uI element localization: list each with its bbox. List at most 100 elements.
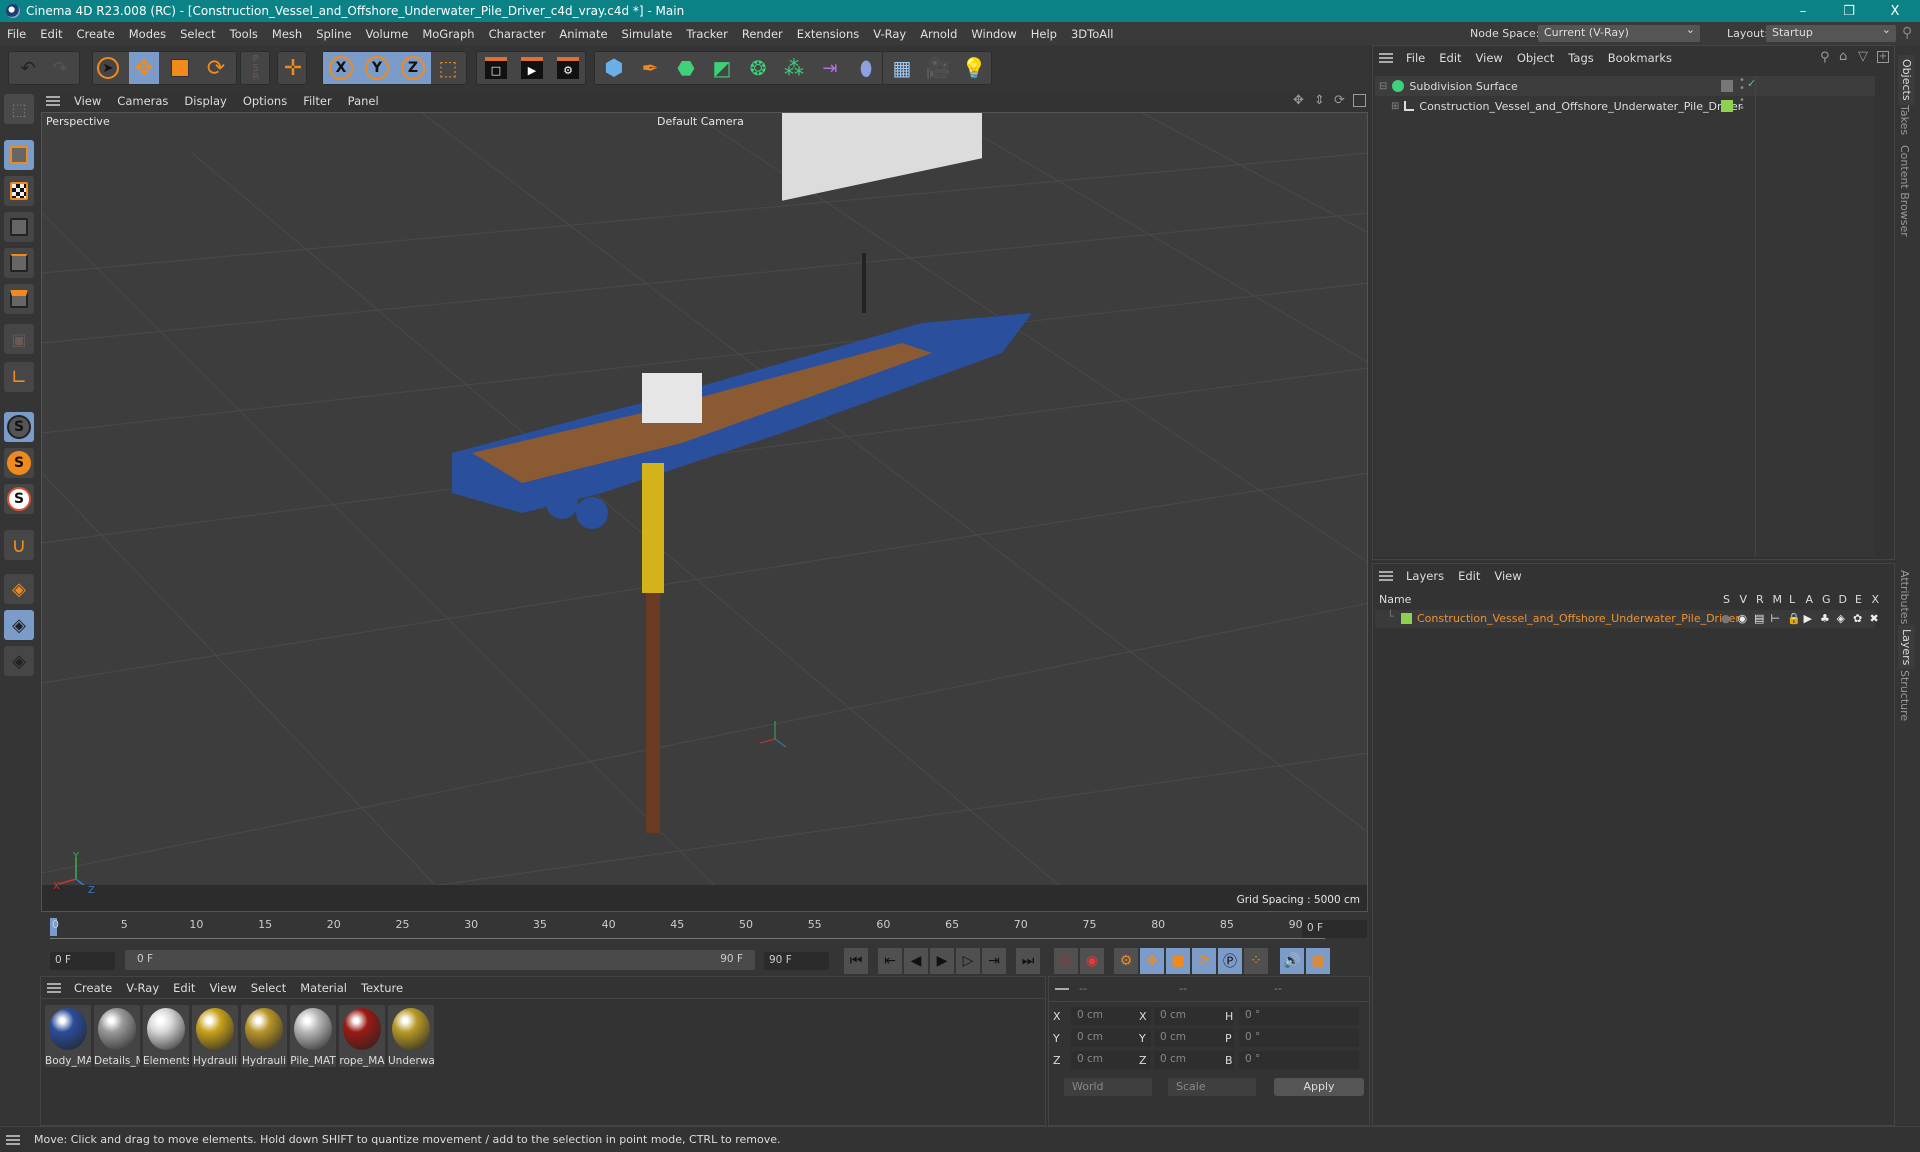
- keyframe-selection-icon[interactable]: ⚙: [1114, 948, 1138, 974]
- play-icon[interactable]: ▶: [930, 948, 954, 974]
- magnet-icon[interactable]: ∪: [4, 530, 34, 560]
- x-axis-icon[interactable]: X: [323, 52, 359, 84]
- object-menu-bookmarks[interactable]: Bookmarks: [1601, 51, 1679, 65]
- menu-spline[interactable]: Spline: [309, 27, 358, 41]
- menu-tracker[interactable]: Tracker: [679, 27, 735, 41]
- uv-mode-icon[interactable]: ▣: [4, 324, 34, 354]
- 3d-viewport[interactable]: Y X Z Perspective Default Camera Grid Sp…: [41, 112, 1368, 912]
- menu-file[interactable]: File: [0, 27, 33, 41]
- object-menu-object[interactable]: Object: [1510, 51, 1561, 65]
- close-button[interactable]: X: [1872, 0, 1918, 22]
- menu-arnold[interactable]: Arnold: [913, 27, 964, 41]
- floor-icon[interactable]: ▦: [887, 52, 917, 84]
- material-swatch[interactable]: Body_MA: [45, 1005, 91, 1067]
- menu-volume[interactable]: Volume: [359, 27, 416, 41]
- next-frame-icon[interactable]: ▷: [956, 948, 980, 974]
- previous-key-icon[interactable]: ⇤: [878, 948, 902, 974]
- material-menu-texture[interactable]: Texture: [354, 981, 410, 995]
- field-icon[interactable]: ⬮: [851, 52, 881, 84]
- y-axis-icon[interactable]: Y: [359, 52, 395, 84]
- menu-simulate[interactable]: Simulate: [615, 27, 680, 41]
- key-scale-icon[interactable]: ■: [1166, 948, 1190, 974]
- workplane-icon[interactable]: ◈: [4, 574, 34, 604]
- snap-settings-icon[interactable]: S: [4, 448, 34, 478]
- coord-value-field[interactable]: 0 cm: [1154, 1051, 1234, 1069]
- point-mode-icon[interactable]: [4, 212, 34, 242]
- z-axis-icon[interactable]: Z: [395, 52, 431, 84]
- layer-col-s[interactable]: S: [1723, 593, 1730, 606]
- select-tool-icon[interactable]: ➤: [93, 52, 123, 84]
- material-swatch[interactable]: Details_M: [94, 1005, 140, 1067]
- rotate-view-icon[interactable]: ⟳: [1334, 93, 1345, 108]
- tab-takes[interactable]: Takes: [1898, 105, 1911, 135]
- material-swatch[interactable]: rope_MA: [339, 1005, 385, 1067]
- layer-menu-view[interactable]: View: [1487, 569, 1528, 583]
- layer-col-r[interactable]: R: [1756, 593, 1764, 606]
- layer-color-swatch[interactable]: [1401, 613, 1412, 624]
- render-settings-icon[interactable]: ⚙: [553, 52, 583, 84]
- timeline-ruler[interactable]: 0 5 10 15 20 25 30 35 40 45 50 55 60 65 70 75 80 85 90 0 F: [40, 912, 1370, 946]
- coord-value-field[interactable]: 0 cm: [1154, 1007, 1234, 1025]
- object-menu-view[interactable]: View: [1469, 51, 1510, 65]
- viewport-menu-panel[interactable]: Panel: [340, 94, 387, 108]
- coordinate-system-icon[interactable]: ⬚: [433, 52, 463, 84]
- camera-icon[interactable]: 🎥: [923, 52, 953, 84]
- key-parameter-icon[interactable]: Ⓟ: [1218, 948, 1242, 974]
- layer-col-m[interactable]: M: [1773, 593, 1783, 606]
- extrude-icon[interactable]: ◩: [707, 52, 737, 84]
- home-icon[interactable]: ⌂: [1839, 49, 1847, 64]
- object-name[interactable]: Subdivision Surface: [1409, 80, 1517, 93]
- scale-tool-icon[interactable]: [165, 52, 195, 84]
- pen-icon[interactable]: ✒: [635, 52, 665, 84]
- start-frame-field[interactable]: 0 F: [50, 952, 115, 970]
- viewport-menu-options[interactable]: Options: [235, 94, 295, 108]
- menu-mesh[interactable]: Mesh: [265, 27, 309, 41]
- auto-keying-icon[interactable]: ◉: [1080, 948, 1104, 974]
- restore-button[interactable]: ❐: [1826, 0, 1872, 22]
- cloner-icon[interactable]: ❂: [743, 52, 773, 84]
- material-swatch[interactable]: Hydrauli: [241, 1005, 287, 1067]
- status-menu-icon[interactable]: [6, 1134, 20, 1145]
- move-tool-icon[interactable]: ✥: [129, 52, 159, 84]
- sound-icon[interactable]: 🔊: [1280, 948, 1304, 974]
- layer-toggle-g-icon[interactable]: ♣: [1820, 612, 1830, 625]
- layer-row[interactable]: └ Construction_Vessel_and_Offshore_Under…: [1375, 610, 1879, 628]
- layer-col-e[interactable]: E: [1855, 593, 1862, 606]
- render-view-icon[interactable]: □: [481, 52, 511, 84]
- coord-value-field[interactable]: 0 °: [1239, 1007, 1359, 1025]
- go-to-start-icon[interactable]: ⏮: [844, 948, 868, 974]
- snap-icon[interactable]: S: [4, 412, 34, 442]
- zoom-view-icon[interactable]: ⇕: [1314, 93, 1325, 108]
- layer-toggle-d-icon[interactable]: ◈: [1837, 612, 1845, 625]
- deformer-icon[interactable]: ⇥: [815, 52, 845, 84]
- rotate-tool-icon[interactable]: ⟳: [201, 52, 231, 84]
- layer-toggle-m-icon[interactable]: ⊢: [1771, 612, 1781, 625]
- layer-col-x[interactable]: X: [1872, 593, 1880, 606]
- key-pla-icon[interactable]: ⁘: [1244, 948, 1268, 974]
- render-picture-viewer-icon[interactable]: ▶: [517, 52, 547, 84]
- locked-workplane-icon[interactable]: ◈: [4, 610, 34, 640]
- menu-animate[interactable]: Animate: [552, 27, 614, 41]
- timeline-film-icon[interactable]: ▤: [1306, 948, 1330, 974]
- menu-extensions[interactable]: Extensions: [790, 27, 866, 41]
- coord-value-field[interactable]: 0 cm: [1154, 1029, 1234, 1047]
- range-slider[interactable]: 0 F 90 F: [125, 950, 755, 970]
- recent-tool-icon[interactable]: ✛: [278, 52, 308, 84]
- material-menu-create[interactable]: Create: [67, 981, 119, 995]
- coord-value-field[interactable]: 0 °: [1239, 1029, 1359, 1047]
- material-swatch[interactable]: Underwa: [388, 1005, 434, 1067]
- mograph-icon[interactable]: ⁂: [779, 52, 809, 84]
- layer-toggle-v-icon[interactable]: ◉: [1738, 612, 1748, 625]
- material-swatch[interactable]: Hydrauli: [192, 1005, 238, 1067]
- layer-toggle-x-icon[interactable]: ✖: [1870, 612, 1879, 625]
- visibility-dots[interactable]: • •: [1739, 96, 1745, 114]
- search-objects-icon[interactable]: ⚲: [1820, 50, 1830, 65]
- tab-content-browser[interactable]: Content Browser: [1898, 145, 1911, 237]
- viewport-menu-cameras[interactable]: Cameras: [109, 94, 176, 108]
- layer-menu-layers[interactable]: Layers: [1399, 569, 1451, 583]
- material-menu-icon[interactable]: [47, 982, 61, 993]
- minimize-button[interactable]: –: [1780, 0, 1826, 22]
- menu-vray[interactable]: V-Ray: [866, 27, 913, 41]
- viewport-menu-icon[interactable]: [46, 96, 60, 106]
- make-editable-icon[interactable]: ⬚: [4, 94, 34, 124]
